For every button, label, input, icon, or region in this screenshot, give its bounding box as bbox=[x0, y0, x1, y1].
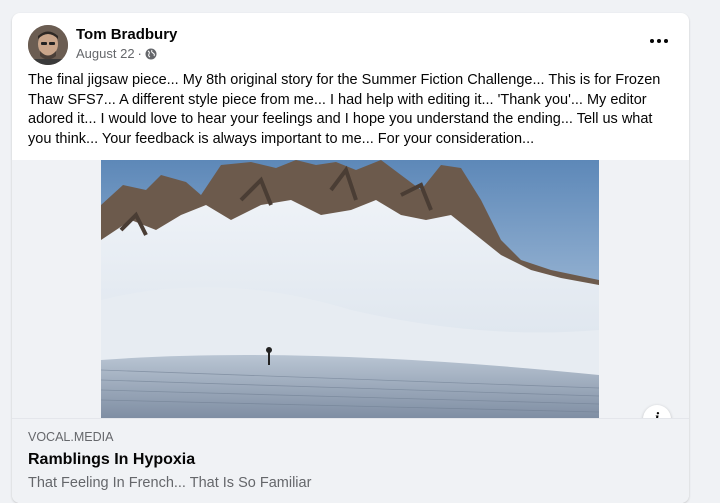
link-title[interactable]: Ramblings In Hypoxia bbox=[28, 451, 195, 469]
dot bbox=[664, 39, 668, 43]
more-options-icon[interactable] bbox=[645, 31, 673, 51]
dot bbox=[657, 39, 661, 43]
post-card: Tom Bradbury August 22 · The final jigsa… bbox=[12, 13, 689, 503]
post-meta: August 22 · bbox=[76, 46, 157, 61]
link-preview[interactable]: VOCAL.MEDIA Ramblings In Hypoxia That Fe… bbox=[12, 418, 689, 503]
snowy-mountain-photo[interactable] bbox=[101, 160, 599, 418]
author-avatar[interactable] bbox=[28, 25, 68, 65]
post-date[interactable]: August 22 bbox=[76, 46, 135, 61]
link-subtitle: That Feeling In French... That Is So Fam… bbox=[28, 475, 312, 491]
post-text: The final jigsaw piece... My 8th origina… bbox=[28, 72, 661, 147]
globe-icon[interactable] bbox=[145, 48, 157, 60]
meta-separator: · bbox=[137, 46, 142, 61]
link-domain: VOCAL.MEDIA bbox=[28, 430, 114, 444]
avatar-face-icon bbox=[28, 25, 68, 65]
dot bbox=[650, 39, 654, 43]
author-name[interactable]: Tom Bradbury bbox=[76, 26, 177, 43]
link-image-area[interactable]: i bbox=[12, 160, 689, 433]
